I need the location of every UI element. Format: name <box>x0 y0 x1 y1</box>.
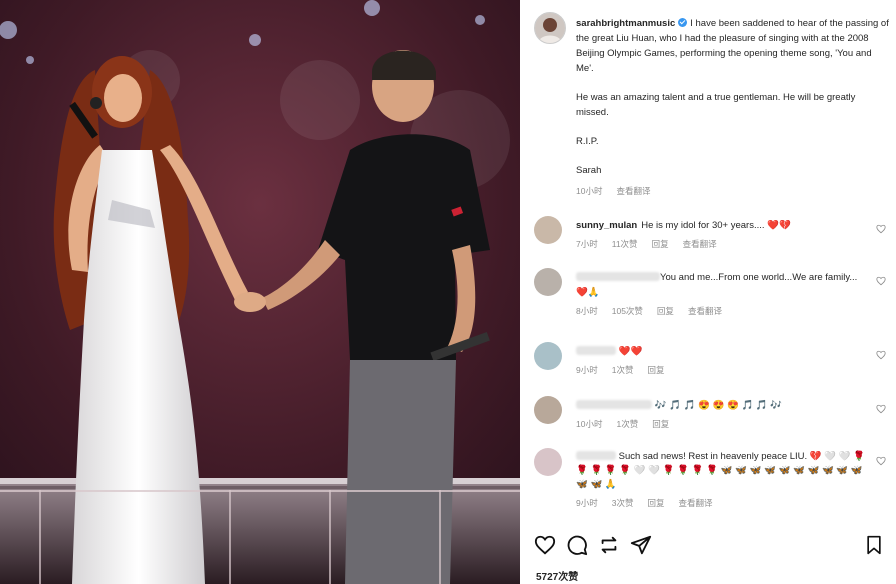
bookmark-icon[interactable] <box>864 534 884 556</box>
comment-emoji: ❤️🙏 <box>576 287 600 298</box>
blurred-username <box>576 400 652 409</box>
comment-text: He is my idol for 30+ years.... <box>641 220 765 231</box>
reply-button[interactable]: 回复 <box>647 363 664 378</box>
comment-meta: 10小时 1次赞 回复 <box>576 417 876 432</box>
comments-panel: sarahbrightmanmusic I have been saddened … <box>520 0 896 584</box>
comment-time: 8小时 <box>576 306 598 316</box>
comment-meta: 9小时 1次赞 回复 <box>576 363 876 378</box>
comment-time: 9小时 <box>576 365 598 375</box>
comment-time: 10小时 <box>576 419 603 429</box>
post-photo[interactable] <box>0 0 520 584</box>
comment-emoji: ❤️❤️ <box>618 346 643 357</box>
comment-likes[interactable]: 1次赞 <box>612 363 634 378</box>
avatar[interactable] <box>534 268 562 296</box>
comment-meta: 9小时 3次赞 回复 查看翻译 <box>576 496 876 510</box>
heart-icon[interactable] <box>876 350 886 360</box>
comment-likes[interactable]: 105次赞 <box>612 304 643 319</box>
author-avatar-image <box>535 13 565 43</box>
avatar[interactable] <box>534 342 562 370</box>
see-translation-link[interactable]: 查看翻译 <box>688 304 722 319</box>
repost-icon[interactable] <box>598 534 620 556</box>
comment-body: Such sad news! Rest in heavenly peace LI… <box>576 450 876 510</box>
reply-button[interactable]: 回复 <box>652 237 669 252</box>
reply-button[interactable]: 回复 <box>652 417 669 432</box>
comment-meta: 8小时 105次赞 回复 查看翻译 <box>576 304 876 319</box>
comment-body: ❤️❤️ 9小时 1次赞 回复 <box>576 344 876 378</box>
stage-photo <box>0 0 520 584</box>
verified-icon <box>678 18 688 27</box>
comment-text: Such sad news! Rest in heavenly peace LI… <box>618 451 808 462</box>
action-bar <box>534 534 884 556</box>
avatar[interactable] <box>534 448 562 476</box>
comment-body: sunny_mulan He is my idol for 30+ years..… <box>576 218 876 252</box>
see-translation-link[interactable]: 查看翻译 <box>678 496 712 510</box>
blurred-username <box>576 346 616 355</box>
heart-icon[interactable] <box>534 534 556 556</box>
see-translation-link[interactable]: 查看翻译 <box>683 237 717 252</box>
heart-icon[interactable] <box>876 404 886 414</box>
caption-text: sarahbrightmanmusic I have been saddened … <box>576 16 890 199</box>
comment-username[interactable]: sunny_mulan <box>576 220 637 231</box>
blurred-username <box>576 272 660 281</box>
post-username[interactable]: sarahbrightmanmusic <box>576 18 675 29</box>
avatar[interactable] <box>534 396 562 424</box>
share-icon[interactable] <box>630 534 652 556</box>
caption-meta: 10小时 查看翻译 <box>576 184 890 199</box>
reply-button[interactable]: 回复 <box>657 304 674 319</box>
comment-likes[interactable]: 11次赞 <box>612 237 638 252</box>
heart-icon[interactable] <box>876 456 886 466</box>
comment-icon[interactable] <box>566 534 588 556</box>
avatar[interactable] <box>534 216 562 244</box>
comment-meta: 7小时 11次赞 回复 查看翻译 <box>576 237 876 252</box>
comment-time: 7小时 <box>576 239 598 249</box>
post-author-avatar[interactable] <box>534 12 566 44</box>
likes-count[interactable]: 5727次赞 <box>536 568 578 583</box>
comment-emoji: 🎶 🎵 🎵 😍 😍 😍 🎵 🎵 🎶 <box>654 400 783 411</box>
comment-time: 9小时 <box>576 498 598 508</box>
comment-emoji: ❤️💔 <box>767 220 791 231</box>
heart-icon[interactable] <box>876 276 886 286</box>
comment-body: You and me...From one world...We are fam… <box>576 270 876 319</box>
caption-line-3: R.I.P. <box>576 136 599 147</box>
caption-line-4: Sarah <box>576 165 602 176</box>
post-time: 10小时 <box>576 186 603 196</box>
see-translation-link[interactable]: 查看翻译 <box>616 184 650 199</box>
comment-likes[interactable]: 3次赞 <box>612 496 634 510</box>
reply-button[interactable]: 回复 <box>647 496 664 510</box>
heart-icon[interactable] <box>876 224 886 234</box>
comment-body: 🎶 🎵 🎵 😍 😍 😍 🎵 🎵 🎶 10小时 1次赞 回复 <box>576 398 876 432</box>
caption-line-2: He was an amazing talent and a true gent… <box>576 92 856 118</box>
comment-text: You and me...From one world...We are fam… <box>660 272 858 283</box>
comment-likes[interactable]: 1次赞 <box>616 417 638 432</box>
blurred-username <box>576 451 616 460</box>
